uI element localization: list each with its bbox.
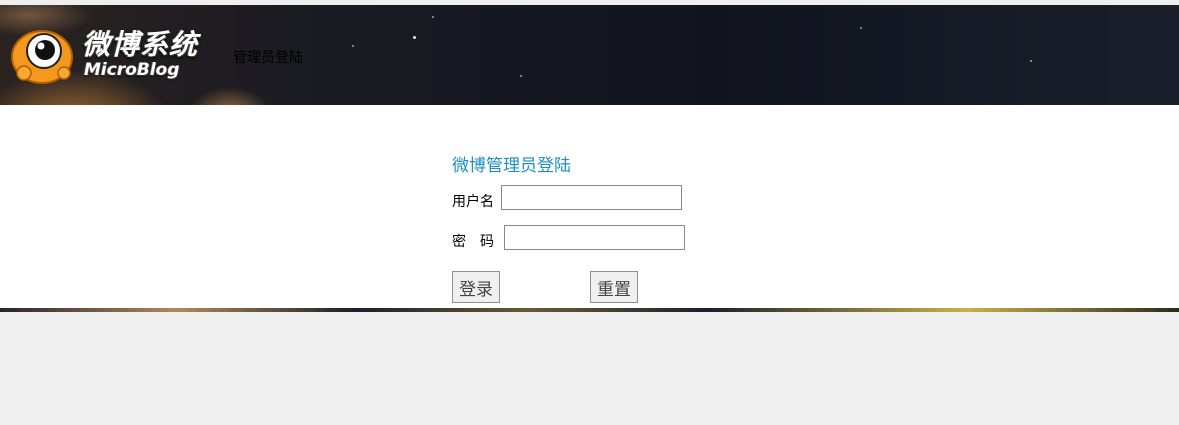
password-input[interactable]	[504, 225, 685, 250]
logo-eye-icon	[11, 30, 73, 84]
username-label: 用户名	[452, 194, 494, 210]
footer-image-strip	[0, 308, 1179, 312]
logo-subtitle: MicroBlog	[84, 60, 180, 80]
header-section-label: 管理员登陆	[233, 50, 303, 66]
header-banner: 微博系统 MicroBlog 管理员登陆	[0, 5, 1179, 105]
star-decoration	[860, 27, 862, 29]
reset-button[interactable]: 重置	[590, 271, 638, 303]
logo-title: 微博系统	[82, 28, 199, 61]
star-decoration	[413, 36, 416, 39]
page: 微博系统 MicroBlog 管理员登陆 微博管理员登陆 用户名 密 码 登录 …	[0, 0, 1179, 425]
star-decoration	[1030, 60, 1032, 62]
login-title: 微博管理员登陆	[452, 156, 571, 176]
star-decoration	[520, 75, 522, 77]
star-decoration	[352, 45, 354, 47]
username-input[interactable]	[501, 185, 682, 210]
password-label: 密 码	[452, 234, 494, 250]
star-decoration	[432, 16, 434, 18]
login-button[interactable]: 登录	[452, 271, 500, 303]
